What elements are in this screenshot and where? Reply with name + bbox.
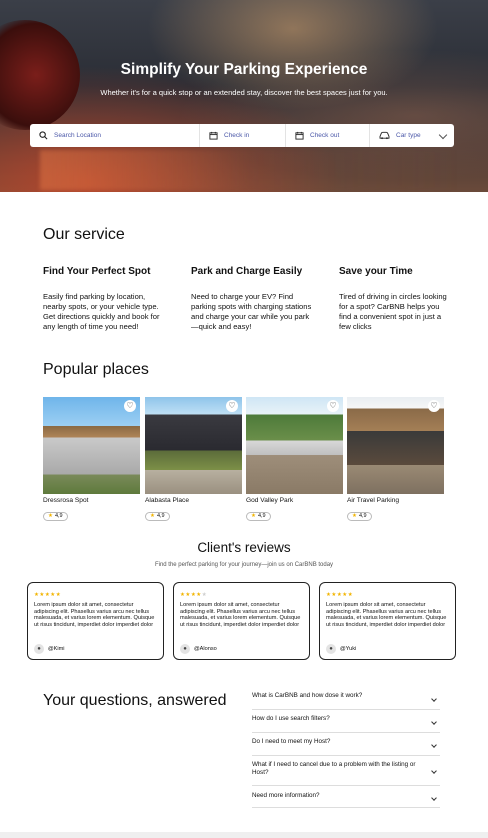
user-avatar-icon: ● — [180, 644, 190, 654]
faq-item[interactable]: Need more information? — [252, 792, 440, 808]
faq-item[interactable]: What is CarBNB and how dose it work? — [252, 692, 440, 710]
place-photo: ♡ — [43, 397, 140, 494]
search-icon — [39, 131, 48, 140]
faq-question: Do I need to meet my Host? — [252, 738, 331, 745]
service-heading: Our service — [43, 226, 125, 243]
hero-banner: Simplify Your Parking Experience Whether… — [0, 0, 488, 192]
check-out-field[interactable]: Check out — [286, 124, 370, 147]
review-card: ★★★★★ Lorem ipsum dolor sit amet, consec… — [173, 582, 310, 660]
star-icon: ★ — [251, 513, 256, 519]
place-photo: ♡ — [347, 397, 444, 494]
check-in-field[interactable]: Check in — [200, 124, 286, 147]
faq-item[interactable]: What if I need to cancel due to a proble… — [252, 761, 440, 786]
hero-subtitle: Whether it's for a quick stop or an exte… — [100, 88, 388, 97]
review-text: Lorem ipsum dolor sit amet, consectetur … — [326, 602, 447, 628]
service-text-2: Need to charge your EV? Find parking spo… — [191, 292, 312, 331]
service-title-1: Find Your Perfect Spot — [43, 266, 151, 277]
faq-heading: Your questions, answered — [43, 692, 227, 709]
star-rating: ★★★★★ — [180, 592, 208, 598]
star-rating: ★★★★★ — [34, 592, 62, 598]
user-avatar-icon: ● — [34, 644, 44, 654]
heart-icon[interactable]: ♡ — [124, 400, 136, 412]
calendar-icon — [295, 131, 304, 140]
service-title-2: Park and Charge Easily — [191, 266, 303, 277]
chevron-down-icon — [431, 695, 437, 702]
review-username: @Yuki — [340, 646, 357, 652]
search-location-field[interactable]: Search Location — [30, 124, 200, 147]
faq-question: How do I use search filters? — [252, 715, 330, 722]
chevron-down-icon — [431, 741, 437, 748]
check-in-label: Check in — [224, 132, 250, 139]
place-name: Air Travel Parking — [347, 497, 400, 504]
reviews-subheading: Find the perfect parking for your journe… — [154, 562, 334, 568]
review-username: @Alonso — [194, 646, 217, 652]
review-text: Lorem ipsum dolor sit amet, consectetur … — [34, 602, 155, 628]
faq-question: Need more information? — [252, 792, 320, 799]
place-photo: ♡ — [246, 397, 343, 494]
service-text-1: Easily find parking by location, nearby … — [43, 292, 160, 331]
rating-badge: ★ 4,9 — [145, 511, 170, 521]
place-name: Dressrosa Spot — [43, 497, 89, 504]
heart-icon[interactable]: ♡ — [327, 400, 339, 412]
place-card[interactable]: ♡ Air Travel Parking ★ 4,9 — [347, 397, 444, 522]
reviews-heading: Client's reviews — [197, 540, 291, 555]
place-photo: ♡ — [145, 397, 242, 494]
review-user: ● @Yuki — [326, 644, 356, 654]
car-icon — [379, 131, 390, 140]
rating-badge: ★ 4,9 — [43, 511, 68, 521]
star-icon: ★ — [150, 513, 155, 519]
places-heading: Popular places — [43, 361, 149, 378]
faq-item[interactable]: How do I use search filters? — [252, 715, 440, 733]
faq-question: What is CarBNB and how dose it work? — [252, 692, 363, 699]
chevron-down-icon — [431, 768, 437, 774]
calendar-icon — [209, 131, 218, 140]
rating-value: 4,9 — [54, 513, 63, 519]
review-username: @Kimi — [48, 646, 65, 652]
star-icon: ★ — [352, 513, 357, 519]
place-card[interactable]: ♡ God Valley Park ★ 4,9 — [246, 397, 343, 522]
car-type-select[interactable]: Car type — [370, 124, 454, 147]
heart-icon[interactable]: ♡ — [226, 400, 238, 412]
user-avatar-icon: ● — [326, 644, 336, 654]
search-bar: Search Location Check in Check out Car t… — [30, 124, 454, 147]
check-out-label: Check out — [310, 132, 340, 139]
star-icon: ★ — [48, 513, 53, 519]
car-type-label: Car type — [396, 132, 421, 139]
faq-question: What if I need to cancel due to a proble… — [252, 761, 416, 776]
rating-badge: ★ 4,9 — [347, 511, 372, 521]
rating-value: 4,9 — [358, 513, 367, 519]
faq-item[interactable]: Do I need to meet my Host? — [252, 738, 440, 756]
review-user: ● @Kimi — [34, 644, 65, 654]
star-rating: ★★★★★ — [326, 592, 354, 598]
service-title-3: Save your Time — [339, 266, 413, 277]
chevron-down-icon — [431, 718, 437, 725]
review-user: ● @Alonso — [180, 644, 217, 654]
place-name: Alabasta Place — [145, 497, 189, 504]
search-location-placeholder: Search Location — [54, 132, 101, 139]
service-text-3: Tired of driving in circles looking for … — [339, 292, 447, 331]
chevron-down-icon — [431, 794, 437, 801]
hero-light-streak — [40, 150, 460, 190]
place-card[interactable]: ♡ Alabasta Place ★ 4,9 — [145, 397, 242, 522]
rating-value: 4,9 — [156, 513, 165, 519]
review-text: Lorem ipsum dolor sit amet, consectetur … — [180, 602, 301, 628]
chevron-down-icon — [438, 130, 448, 140]
place-card[interactable]: ♡ Dressrosa Spot ★ 4,9 — [43, 397, 140, 522]
review-card: ★★★★★ Lorem ipsum dolor sit amet, consec… — [27, 582, 164, 660]
rating-badge: ★ 4,9 — [246, 511, 271, 521]
hero-title: Simplify Your Parking Experience — [120, 61, 368, 78]
footer-divider — [0, 832, 488, 838]
review-card: ★★★★★ Lorem ipsum dolor sit amet, consec… — [319, 582, 456, 660]
heart-icon[interactable]: ♡ — [428, 400, 440, 412]
rating-value: 4,9 — [257, 513, 266, 519]
place-name: God Valley Park — [246, 497, 294, 504]
